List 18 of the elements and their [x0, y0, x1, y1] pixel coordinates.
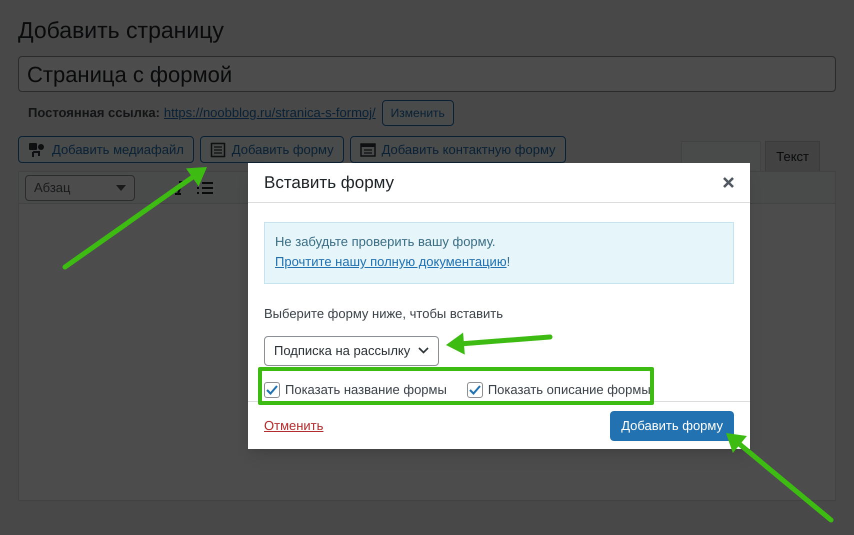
arrow-icon [726, 433, 834, 522]
form-select[interactable]: Подписка на рассылку [264, 336, 440, 366]
notice-text: Не забудьте проверить вашу форму. Прочтите нашу полную документацию! [264, 222, 734, 284]
checkbox-label: Показать описание формы [488, 380, 651, 399]
dialog-title: Вставить форму [264, 172, 396, 194]
documentation-link[interactable]: Прочтите нашу полную документацию [275, 254, 507, 269]
check-icon [266, 384, 278, 394]
add-form-button[interactable]: Добавить форму [610, 410, 734, 440]
close-icon[interactable] [723, 177, 734, 188]
cancel-link[interactable]: Отменить [264, 416, 324, 436]
checkbox-label: Показать название формы [285, 380, 447, 399]
select-prompt: Выберите форму ниже, чтобы вставить [264, 305, 504, 323]
page-heading: Добавить страницу [18, 16, 224, 45]
arrow-icon [446, 332, 552, 355]
checkbox[interactable] [466, 382, 483, 398]
check-icon [468, 384, 481, 394]
chevron-down-icon [418, 347, 430, 354]
checkbox[interactable] [264, 382, 280, 398]
